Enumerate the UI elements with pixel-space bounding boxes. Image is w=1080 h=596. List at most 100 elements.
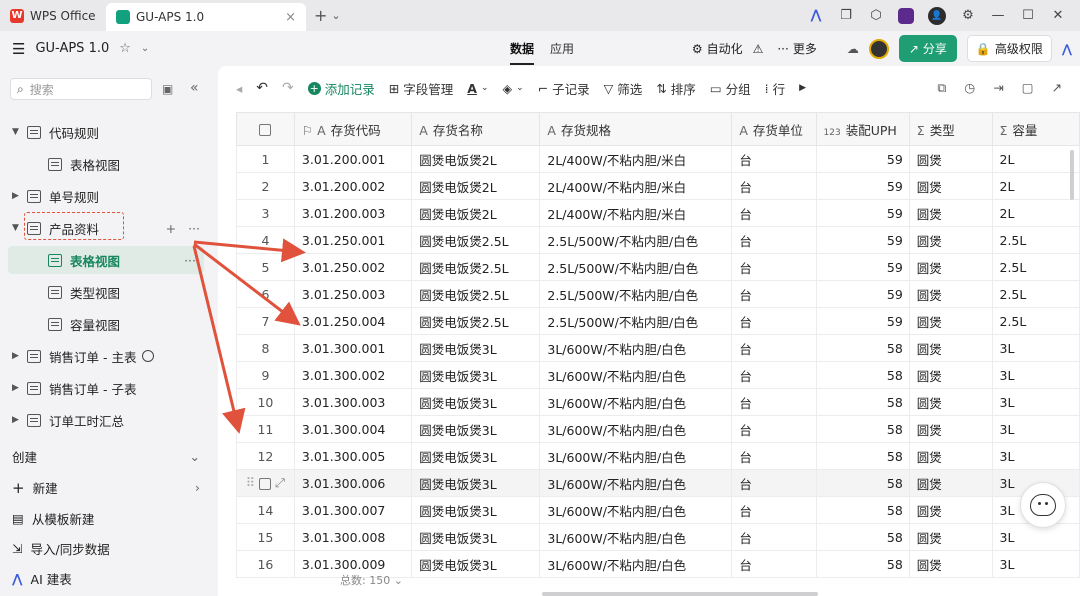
row-index[interactable]: 10: [236, 388, 295, 416]
add-record-button[interactable]: + 添加记录: [307, 79, 375, 98]
minimize-icon[interactable]: —: [990, 8, 1006, 24]
cell-code[interactable]: 3.01.250.004: [293, 307, 413, 335]
cell-code[interactable]: 3.01.200.001: [293, 145, 413, 173]
cell-unit[interactable]: 台: [731, 226, 817, 254]
cell-unit[interactable]: 台: [731, 253, 817, 281]
cube-icon[interactable]: ⬡: [868, 8, 884, 24]
collapse-all-icon[interactable]: ▣: [162, 82, 173, 96]
cell-unit[interactable]: 台: [731, 280, 817, 308]
cell-uph[interactable]: 59: [815, 253, 910, 281]
cell-name[interactable]: 圆煲电饭煲3L: [411, 415, 541, 443]
cell-uph[interactable]: 59: [815, 226, 910, 254]
cell-cap[interactable]: 2.5L: [991, 307, 1080, 335]
cell-code[interactable]: 3.01.200.002: [293, 172, 413, 200]
cell-name[interactable]: 圆煲电饭煲3L: [411, 469, 541, 497]
cell-cap[interactable]: 2.5L: [991, 253, 1080, 281]
cell-type[interactable]: 圆煲: [908, 523, 993, 551]
clipboard-icon[interactable]: ▢: [1022, 80, 1034, 96]
redo-icon[interactable]: ↷: [282, 80, 294, 96]
cell-spec[interactable]: 3L/600W/不粘内胆/白色: [539, 334, 733, 362]
cell-uph[interactable]: 58: [815, 415, 910, 443]
cell-name[interactable]: 圆煲电饭煲2.5L: [411, 253, 541, 281]
cell-cap[interactable]: 3L: [991, 388, 1080, 416]
drag-handle-icon[interactable]: ⠿: [246, 475, 255, 490]
cell-unit[interactable]: 台: [731, 307, 817, 335]
cell-cap[interactable]: 3L: [991, 550, 1080, 578]
layout-icon[interactable]: ⧉: [937, 80, 946, 96]
cell-code[interactable]: 3.01.300.001: [293, 334, 413, 362]
sidebar-collapse-icon[interactable]: «: [190, 80, 199, 96]
cell-name[interactable]: 圆煲电饭煲2L: [411, 199, 541, 227]
row-index[interactable]: 2: [236, 172, 295, 200]
more-button[interactable]: 更多: [793, 40, 817, 57]
automation-icon[interactable]: ⚙: [692, 42, 703, 56]
cell-cap[interactable]: 2.5L: [991, 280, 1080, 308]
tab-gu-aps[interactable]: GU-APS 1.0 ×: [106, 3, 306, 31]
table-row[interactable]: 8 3.01.300.001 圆煲电饭煲3L 3L/600W/不粘内胆/白色台 58 圆煲…: [236, 334, 1080, 362]
cell-type[interactable]: 圆煲: [908, 361, 993, 389]
cell-name[interactable]: 圆煲电饭煲3L: [411, 523, 541, 551]
undo-icon[interactable]: ↶: [256, 80, 268, 96]
row-index[interactable]: 9: [236, 361, 295, 389]
cell-type[interactable]: 圆煲: [908, 199, 993, 227]
cell-code[interactable]: 3.01.300.007: [293, 496, 413, 524]
expand-arrow-icon[interactable]: ▼: [12, 127, 22, 137]
cell-code[interactable]: 3.01.300.005: [293, 442, 413, 470]
history-icon[interactable]: ◷: [964, 80, 975, 96]
filter-button[interactable]: ▽ 筛选: [604, 79, 643, 98]
cell-cap[interactable]: 3L: [991, 442, 1080, 470]
automation-button[interactable]: 自动化: [707, 40, 743, 57]
cell-uph[interactable]: 59: [815, 199, 910, 227]
ai-assistant-icon[interactable]: ⋀: [1062, 42, 1072, 56]
cell-uph[interactable]: 58: [815, 523, 910, 551]
cell-uph[interactable]: 59: [815, 307, 910, 335]
ai-build-table-button[interactable]: ⋀ AI 建表: [12, 569, 200, 588]
select-all-header[interactable]: [236, 112, 295, 146]
table-row[interactable]: 15 3.01.300.008 圆煲电饭煲3L 3L/600W/不粘内胆/白色台 58 圆…: [236, 523, 1080, 551]
sidebar-item-code-rules[interactable]: ▼ 代码规则: [0, 118, 208, 146]
cell-unit[interactable]: 台: [731, 523, 817, 551]
cell-type[interactable]: 圆煲: [908, 442, 993, 470]
settings-gear-icon[interactable]: ⚙: [960, 8, 976, 24]
chevron-down-icon[interactable]: ⌄: [394, 574, 403, 587]
table-row[interactable]: 2 3.01.200.002 圆煲电饭煲2L 2L/400W/不粘内胆/米白台 59 圆煲…: [236, 172, 1080, 200]
field-manage-button[interactable]: ⊞ 字段管理: [389, 79, 454, 98]
cell-name[interactable]: 圆煲电饭煲2L: [411, 172, 541, 200]
cell-type[interactable]: 圆煲: [908, 550, 993, 578]
table-row[interactable]: 6 3.01.250.003 圆煲电饭煲2.5L 2.5L/500W/不粘内胆/白色台…: [236, 280, 1080, 308]
horizontal-scrollbar[interactable]: [542, 592, 818, 596]
cell-cap[interactable]: 2L: [991, 172, 1080, 200]
table-row[interactable]: 7 3.01.250.004 圆煲电饭煲2.5L 2.5L/500W/不粘内胆/白色台…: [236, 307, 1080, 335]
cell-unit[interactable]: 台: [731, 550, 817, 578]
expand-record-icon[interactable]: ⤢: [275, 475, 285, 490]
cell-uph[interactable]: 59: [815, 172, 910, 200]
cell-code[interactable]: 3.01.300.004: [293, 415, 413, 443]
cell-name[interactable]: 圆煲电饭煲3L: [411, 361, 541, 389]
cell-code[interactable]: 3.01.300.006: [293, 469, 413, 497]
cell-spec[interactable]: 2.5L/500W/不粘内胆/白色: [539, 226, 733, 254]
expand-panel-icon[interactable]: ◂: [236, 81, 242, 96]
advanced-permission-button[interactable]: 🔒 高级权限: [966, 35, 1052, 62]
cell-unit[interactable]: 台: [731, 496, 817, 524]
sidebar-item-sales-order-main[interactable]: ▶ 销售订单 - 主表: [0, 342, 208, 370]
close-window-icon[interactable]: ✕: [1050, 8, 1066, 24]
cell-cap[interactable]: 3L: [991, 334, 1080, 362]
column-header-spec[interactable]: A 存货规格: [539, 112, 733, 146]
cell-cap[interactable]: 2.5L: [991, 226, 1080, 254]
cell-spec[interactable]: 2L/400W/不粘内胆/米白: [539, 172, 733, 200]
cell-spec[interactable]: 2.5L/500W/不粘内胆/白色: [539, 253, 733, 281]
search-input[interactable]: ⌕ 搜索: [10, 78, 152, 100]
fill-color-button[interactable]: ◈ ⌄: [503, 81, 524, 96]
column-header-capacity[interactable]: Σ 容量: [991, 112, 1080, 146]
vertical-scrollbar[interactable]: [1070, 150, 1074, 200]
cell-uph[interactable]: 58: [815, 496, 910, 524]
table-row[interactable]: 11 3.01.300.004 圆煲电饭煲3L 3L/600W/不粘内胆/白色台 58 圆…: [236, 415, 1080, 443]
row-index[interactable]: 6: [236, 280, 295, 308]
cell-spec[interactable]: 3L/600W/不粘内胆/白色: [539, 361, 733, 389]
sidebar-view-capacity[interactable]: 容量视图: [0, 310, 208, 338]
cell-spec[interactable]: 3L/600W/不粘内胆/白色: [539, 442, 733, 470]
share-link-icon[interactable]: ↗: [1052, 80, 1062, 96]
text-color-button[interactable]: A ⌄: [467, 81, 488, 96]
cell-uph[interactable]: 59: [815, 145, 910, 173]
sidebar-view-table[interactable]: 表格视图: [0, 150, 208, 178]
